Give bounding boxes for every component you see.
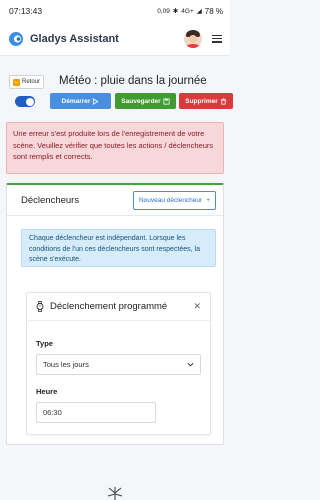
bluetooth-icon: ✱	[172, 8, 179, 15]
gladys-logo-icon	[9, 31, 23, 46]
arrow-left-icon: ←	[13, 78, 20, 86]
type-select[interactable]: Tous les jours	[36, 354, 201, 375]
app-header: Gladys Assistant	[0, 22, 230, 56]
save-icon	[163, 97, 170, 105]
triggers-card: Déclencheurs Nouveau déclencheur + Chaqu…	[6, 183, 224, 445]
signal-type: 4G+	[181, 7, 194, 15]
time-input[interactable]: 06:30	[36, 402, 156, 423]
time-input-value: 06:30	[43, 408, 62, 417]
triggers-title: Déclencheurs	[21, 194, 80, 206]
new-trigger-label: Nouveau déclencheur	[138, 196, 203, 204]
watch-icon	[36, 301, 44, 312]
status-time: 07:13:43	[9, 6, 43, 16]
start-button[interactable]: Démarrer	[50, 93, 111, 109]
time-label: Heure	[36, 387, 58, 396]
new-trigger-button[interactable]: Nouveau déclencheur +	[132, 190, 216, 210]
delete-button-label: Supprimer	[185, 97, 218, 105]
save-button[interactable]: Sauvegarder	[115, 93, 176, 109]
close-icon[interactable]: ✕	[193, 301, 201, 312]
play-icon	[93, 97, 99, 105]
status-bar: 07:13:43 0,09 ✱ 4G+ ◢ 78 %	[0, 0, 230, 22]
loading-spinner-icon	[107, 487, 123, 500]
type-label: Type	[36, 339, 53, 348]
network-speed: 0,09	[157, 7, 170, 15]
triggers-info-alert: Chaque déclencheur est indépendant. Lors…	[21, 229, 216, 267]
trigger-header: Déclenchement programmé ✕	[27, 293, 210, 321]
back-button[interactable]: ← Retour	[9, 75, 45, 89]
error-alert: Une erreur s'est produite lors de l'enre…	[6, 122, 224, 174]
start-button-label: Démarrer	[61, 97, 91, 105]
scene-title: Météo : pluie dans la journée	[59, 75, 207, 87]
user-avatar[interactable]	[184, 29, 202, 48]
status-indicators: 0,09 ✱ 4G+ ◢ 78 %	[157, 7, 223, 16]
battery-level: 78 %	[204, 6, 223, 16]
back-button-label: Retour	[22, 79, 41, 85]
delete-button[interactable]: Supprimer	[179, 93, 233, 109]
plus-icon: +	[206, 196, 210, 204]
scheduled-trigger-card: Déclenchement programmé ✕ Type Tous les …	[26, 292, 211, 435]
signal-icon: ◢	[196, 8, 202, 15]
save-button-label: Sauvegarder	[121, 97, 161, 105]
type-select-value: Tous les jours	[43, 360, 89, 369]
triggers-card-header: Déclencheurs Nouveau déclencheur +	[7, 185, 223, 216]
app-title: Gladys Assistant	[30, 32, 119, 45]
trash-icon	[220, 97, 226, 105]
chevron-down-icon	[187, 362, 194, 367]
scene-active-toggle[interactable]	[15, 96, 35, 107]
hamburger-menu-icon[interactable]	[212, 34, 222, 43]
trigger-title: Déclenchement programmé	[50, 301, 168, 312]
